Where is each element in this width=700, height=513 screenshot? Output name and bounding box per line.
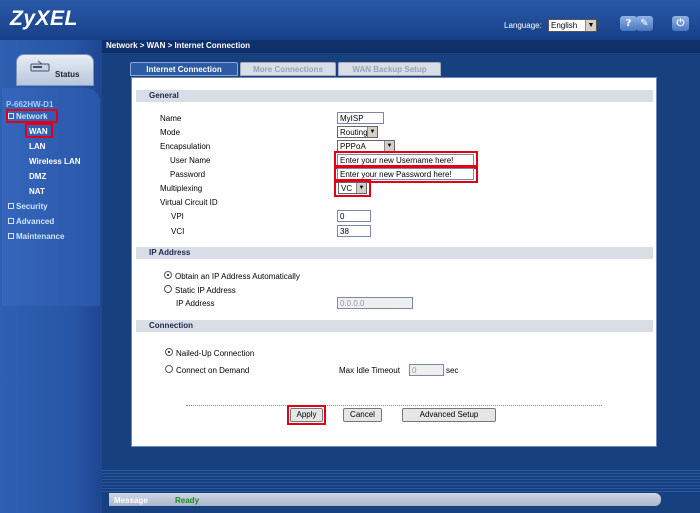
radio-obtain-ip[interactable] xyxy=(164,271,172,279)
language-label: Language: xyxy=(504,21,542,30)
language-value: English xyxy=(551,21,578,30)
tab-more-connections[interactable]: More Connections xyxy=(240,62,336,76)
sidebar-item-maintenance[interactable]: Maintenance xyxy=(8,232,64,241)
network-highlight xyxy=(6,109,58,123)
chevron-down-icon: ▼ xyxy=(384,141,394,151)
multiplexing-label: Multiplexing xyxy=(160,184,203,193)
mode-value: Routing xyxy=(340,128,368,137)
device-name: P-662HW-D1 xyxy=(6,100,54,109)
idle-timeout-label: Max Idle Timeout xyxy=(339,366,400,375)
connect-on-demand-label: Connect on Demand xyxy=(176,366,250,375)
nailed-up-label: Nailed-Up Connection xyxy=(176,349,255,358)
chevron-down-icon: ▼ xyxy=(585,20,596,31)
monitor-icon xyxy=(30,60,50,72)
mode-select[interactable]: Routing ▼ xyxy=(337,126,378,138)
tab-wan-backup-setup[interactable]: WAN Backup Setup xyxy=(338,62,441,76)
obtain-ip-label: Obtain an IP Address Automatically xyxy=(175,272,300,281)
radio-connect-on-demand[interactable] xyxy=(165,365,173,373)
message-status: Ready xyxy=(175,496,200,505)
ip-address-label: IP Address xyxy=(176,299,215,308)
sidebar-item-advanced[interactable]: Advanced xyxy=(8,217,54,226)
logout-icon[interactable]: ⏻ xyxy=(672,16,689,31)
button-divider xyxy=(186,405,602,406)
chevron-down-icon: ▼ xyxy=(367,127,377,137)
static-ip-label: Static IP Address xyxy=(175,286,236,295)
tab-internet-connection[interactable]: Internet Connection xyxy=(130,62,238,76)
name-label: Name xyxy=(160,114,182,123)
content-panel xyxy=(131,77,657,447)
sidebar-item-dmz[interactable]: DMZ xyxy=(29,172,46,181)
section-general: General xyxy=(136,90,653,102)
encapsulation-value: PPPoA xyxy=(340,142,366,151)
plus-icon xyxy=(8,203,14,209)
radio-nailed-up[interactable] xyxy=(165,348,173,356)
advanced-setup-button[interactable]: Advanced Setup xyxy=(402,408,496,422)
section-connection: Connection xyxy=(136,320,653,332)
sidebar-item-lan[interactable]: LAN xyxy=(29,142,45,151)
vpi-input[interactable]: 0 xyxy=(337,210,371,222)
username-label: User Name xyxy=(170,156,211,165)
password-label: Password xyxy=(170,170,206,179)
mode-label: Mode xyxy=(160,128,181,137)
sidebar-item-label: Security xyxy=(16,202,48,211)
sidebar-item-label: Advanced xyxy=(16,217,55,226)
wizard-icon[interactable]: ✎ xyxy=(636,16,653,31)
plus-icon xyxy=(8,233,14,239)
idle-timeout-unit: sec xyxy=(446,366,459,375)
wan-highlight xyxy=(25,123,53,138)
sidebar-item-nat[interactable]: NAT xyxy=(29,187,45,196)
encapsulation-label: Encapsulation xyxy=(160,142,211,151)
sidebar-item-security[interactable]: Security xyxy=(8,202,48,211)
bottom-stripe xyxy=(102,470,700,492)
idle-timeout-input[interactable]: 0 xyxy=(409,364,444,376)
ip-address-input[interactable]: 0.0.0.0 xyxy=(337,297,413,309)
vpi-label: VPI xyxy=(171,212,184,221)
vci-input[interactable]: 38 xyxy=(337,225,371,237)
sidebar-item-label: Maintenance xyxy=(16,232,65,241)
vci-label: VCI xyxy=(171,227,185,236)
breadcrumb: Network > WAN > Internet Connection xyxy=(106,41,251,50)
sidebar-item-wireless-lan[interactable]: Wireless LAN xyxy=(29,157,81,166)
help-icon[interactable]: ? xyxy=(620,16,637,31)
status-tab-label: Status xyxy=(55,70,80,79)
multiplexing-highlight xyxy=(334,179,371,197)
apply-highlight xyxy=(287,405,326,425)
radio-static-ip[interactable] xyxy=(164,285,172,293)
name-input[interactable]: MyISP xyxy=(337,112,384,124)
section-ip-address: IP Address xyxy=(136,247,653,259)
zyxel-logo: ZyXEL xyxy=(10,7,78,30)
language-select[interactable]: English ▼ xyxy=(548,19,597,32)
message-label: Message xyxy=(114,496,148,505)
vcid-label: Virtual Circuit ID xyxy=(160,198,218,207)
cancel-button[interactable]: Cancel xyxy=(343,408,382,422)
plus-icon xyxy=(8,218,14,224)
